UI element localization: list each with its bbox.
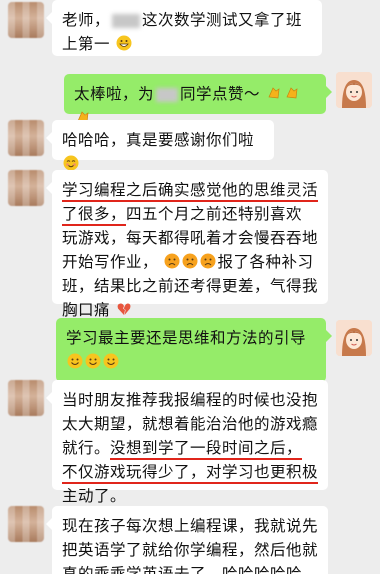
message-text: 学习最主要还是思维和方法的引导	[66, 329, 307, 347]
message-bubble: 学习最主要还是思维和方法的引导	[56, 318, 332, 382]
cartoon-girl-icon	[336, 72, 372, 108]
message-bubble: 哈哈哈，真是要感谢你们啦	[46, 120, 274, 171]
message-text: 太棒啦，为	[74, 85, 155, 103]
parent-avatar[interactable]	[8, 2, 44, 38]
teacher-avatar[interactable]	[336, 320, 372, 356]
sad-face-icon	[182, 253, 198, 269]
message-bubble: 现在孩子每次想上编程课，我就说先把英语学了就给你学编程，然后他就真的乖乖学英语去…	[46, 506, 328, 574]
message-text: 现在孩子每次想上编程课，我就说先把英语学了就给你学编程，然后他就真的乖乖学英语去…	[62, 517, 319, 574]
message-text: 哈哈哈，真是要感谢你们啦	[62, 131, 255, 149]
sad-face-icon	[200, 253, 216, 269]
clapping-hands-icon	[286, 87, 298, 99]
grinning-face-icon	[116, 35, 132, 51]
clapping-hands-icon	[268, 87, 280, 99]
message-bubble: 学习编程之后确实感觉他的思维灵活了很多，四五个月之前还特别喜欢玩游戏，每天都得吼…	[46, 170, 328, 319]
teacher-avatar[interactable]	[336, 72, 372, 108]
chat-window: 老师， 这次数学测试又拿了班上第一 太棒啦，为 同学点赞～ 哈哈哈，真是要感谢你…	[0, 0, 380, 574]
smiling-face-icon	[103, 353, 119, 369]
broken-heart-icon	[118, 303, 131, 315]
parent-avatar[interactable]	[8, 170, 44, 206]
parent-avatar[interactable]	[8, 120, 44, 156]
message-bubble: 当时朋友推荐我报编程的时候也没抱太大期望，就想着能治治他的游戏瘾就行。没想到学了…	[46, 380, 328, 508]
redacted-name	[112, 13, 141, 28]
message-bubble: 太棒啦，为 同学点赞～	[64, 74, 332, 123]
parent-avatar[interactable]	[8, 506, 44, 542]
smiling-face-icon	[63, 155, 79, 171]
smiling-face-icon	[85, 353, 101, 369]
message-text: 老师，	[62, 11, 111, 29]
smiling-face-icon	[67, 353, 83, 369]
sad-face-icon	[164, 253, 180, 269]
message-bubble: 老师， 这次数学测试又拿了班上第一	[46, 0, 322, 56]
redacted-name	[156, 87, 179, 102]
parent-avatar[interactable]	[8, 380, 44, 416]
message-text: 同学点赞～	[180, 85, 261, 103]
cartoon-girl-icon	[336, 320, 372, 356]
